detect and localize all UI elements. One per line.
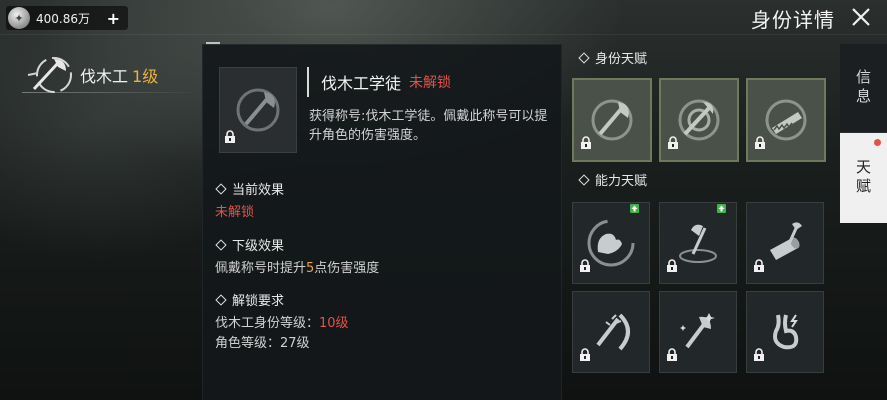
lock-icon	[579, 258, 591, 277]
add-currency-button[interactable]: +	[107, 9, 120, 28]
identity-talent-cell-1[interactable]	[572, 78, 652, 162]
axe-title-icon	[236, 88, 280, 132]
talent-title-bar: 伐木工学徒 未解锁	[307, 67, 541, 97]
tab-talent-label: 天赋	[854, 159, 872, 197]
tab-talent[interactable]: 天赋	[840, 133, 887, 223]
next-effect-prefix: 佩戴称号时提升	[215, 261, 307, 276]
ability-talent-cell-4[interactable]	[572, 291, 650, 373]
req-profession-value: 10级	[319, 316, 349, 331]
ability-talent-cell-6[interactable]	[746, 291, 824, 373]
stomach-icon	[773, 314, 799, 350]
strength-arm-icon	[587, 219, 635, 267]
req-character-label: 角色等级：	[215, 336, 281, 351]
ability-talent-cell-1[interactable]	[572, 202, 650, 284]
silver-coin-icon: ✦	[8, 7, 30, 29]
talent-screen: { "topbar": { "currency_value": "400.86万…	[0, 0, 887, 400]
current-effect-text: 未解锁	[215, 205, 255, 220]
saw-title-icon	[765, 99, 807, 141]
req-character-value: 27级	[280, 336, 310, 351]
unlock-requirements-section: 解锁要求 伐木工身份等级：10级 角色等级：27级	[215, 290, 545, 353]
diamond-bullet-icon	[215, 293, 227, 306]
lock-icon	[580, 135, 592, 154]
currency-value: 400.86万	[36, 11, 90, 26]
ability-talent-cell-2[interactable]	[659, 202, 737, 284]
talent-title: 伐木工学徒	[321, 74, 402, 93]
profession-underline	[22, 92, 202, 93]
identity-talent-cell-3[interactable]	[746, 78, 826, 162]
identity-talent-cell-2[interactable]	[659, 78, 739, 162]
unlock-req-heading: 解锁要求	[232, 294, 285, 309]
axe-spark-icon	[680, 313, 715, 349]
page-title: 身份详情	[751, 8, 835, 32]
talent-detail-panel: 伐木工学徒 未解锁 获得称号:伐木工学徒。佩戴此称号可以提升角色的伤害强度。 当…	[202, 44, 562, 400]
diamond-bullet-icon	[215, 238, 227, 251]
current-effect-section: 当前效果 未解锁	[215, 179, 545, 222]
identity-talent-heading: 身份天赋	[578, 48, 647, 67]
lock-icon	[753, 347, 765, 366]
next-effect-section: 下级效果 佩戴称号时提升5点伤害强度	[215, 235, 545, 278]
next-effect-suffix: 点伤害强度	[314, 261, 380, 276]
lock-icon	[224, 129, 236, 148]
upgrade-arrow-icon	[630, 204, 639, 213]
next-effect-text: 佩戴称号时提升5点伤害强度	[215, 260, 545, 278]
req-profession-label: 伐木工身份等级：	[215, 316, 320, 331]
axe-target-icon	[678, 99, 720, 141]
diamond-bullet-icon	[578, 51, 590, 64]
next-effect-heading: 下级效果	[232, 239, 285, 254]
spiked-club-icon	[596, 313, 630, 351]
profession-level: 1级	[132, 67, 159, 86]
ability-talent-cell-3[interactable]	[746, 202, 824, 284]
upgrade-arrow-icon	[717, 204, 726, 213]
lock-icon	[754, 135, 766, 154]
ability-talent-cell-5[interactable]	[659, 291, 737, 373]
profession-name: 伐木工	[80, 67, 129, 86]
side-tabs: 信息 天赋	[840, 44, 887, 223]
top-divider	[0, 34, 887, 35]
lock-icon	[666, 347, 678, 366]
current-effect-heading: 当前效果	[232, 183, 285, 198]
notification-dot-icon	[874, 139, 881, 146]
talent-description: 获得称号:伐木工学徒。佩戴此称号可以提升角色的伤害强度。	[309, 109, 548, 143]
talent-status: 未解锁	[409, 75, 452, 91]
diamond-bullet-icon	[578, 173, 590, 186]
close-icon	[852, 8, 870, 26]
currency-display: ✦ 400.86万 +	[6, 6, 128, 30]
unlock-req-line-1: 伐木工身份等级：10级	[215, 315, 545, 333]
ability-talent-heading: 能力天赋	[578, 170, 647, 189]
lock-icon	[579, 347, 591, 366]
lock-icon	[666, 258, 678, 277]
axe-chop-icon	[679, 224, 717, 263]
close-button[interactable]	[845, 2, 877, 32]
axe-title-icon	[591, 99, 633, 141]
identity-heading-text: 身份天赋	[595, 52, 648, 67]
diamond-bullet-icon	[215, 182, 227, 195]
unlock-req-line-2: 角色等级：27级	[215, 335, 545, 353]
talent-preview	[219, 67, 297, 153]
tab-info[interactable]: 信息	[840, 44, 887, 133]
ability-heading-text: 能力天赋	[595, 174, 648, 189]
lock-icon	[667, 135, 679, 154]
lock-icon	[753, 258, 765, 277]
log-cut-icon	[770, 222, 802, 260]
